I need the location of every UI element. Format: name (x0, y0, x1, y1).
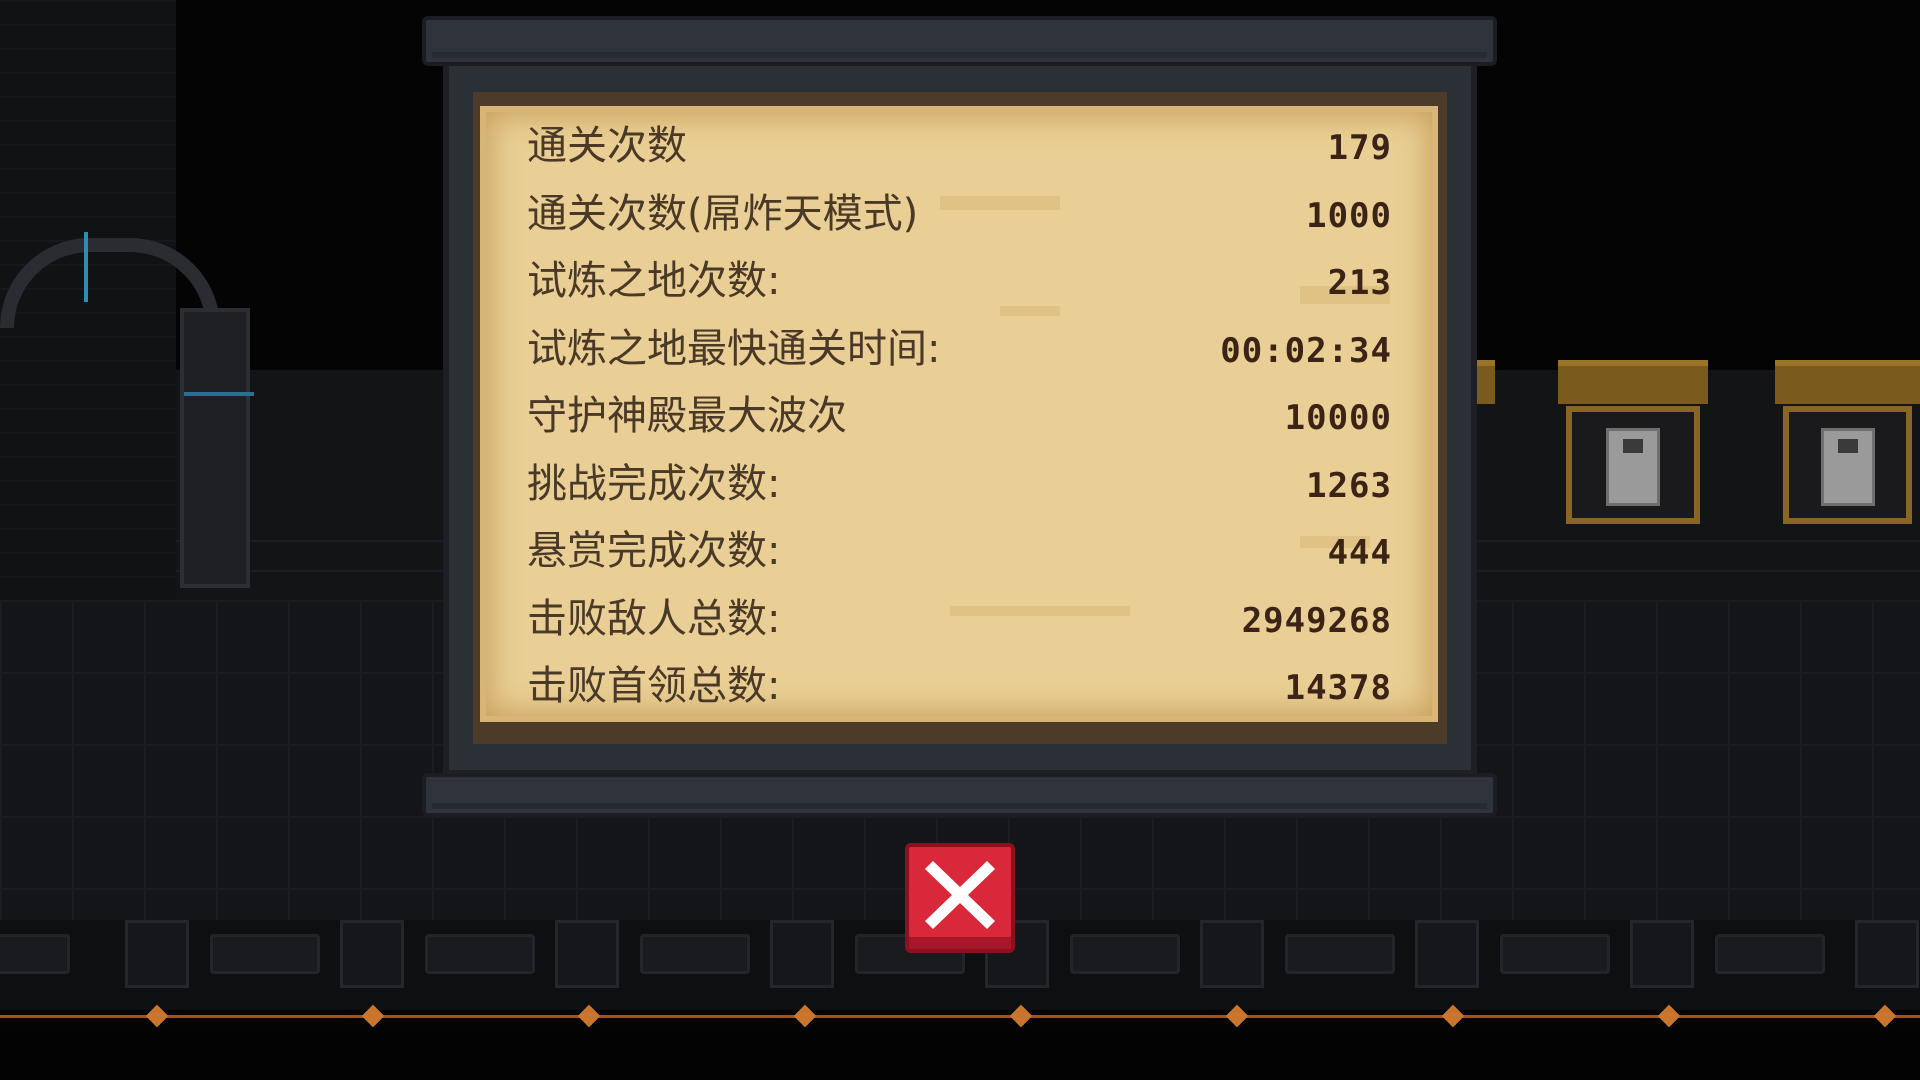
stat-row-trial-count: 试炼之地次数: 213 (527, 253, 1392, 321)
notice-board-partial (1475, 360, 1495, 530)
rail-trim (0, 1015, 1920, 1018)
stat-label: 挑战完成次数: (527, 460, 781, 507)
stat-value: 1000 (1306, 195, 1392, 236)
stat-value: 1263 (1306, 465, 1392, 506)
stats-list: 通关次数 179 通关次数(屌炸天模式) 1000 试炼之地次数: 213 试炼… (527, 118, 1392, 726)
bottom-shadow (0, 1030, 1920, 1080)
stat-value: 179 (1327, 128, 1392, 168)
stat-value: 10000 (1284, 398, 1392, 438)
stat-label: 击败首领总数: (527, 663, 781, 709)
scroll-rod-bottom (422, 773, 1497, 817)
stat-row-bosses-defeated: 击败首领总数: 14378 (527, 658, 1392, 726)
stat-row-challenges: 挑战完成次数: 1263 (527, 456, 1392, 524)
stat-value: 00:02:34 (1220, 330, 1392, 371)
close-button[interactable] (905, 843, 1015, 953)
notice-board[interactable] (1775, 360, 1920, 530)
close-icon (925, 861, 995, 929)
stone-archway (0, 232, 254, 588)
stat-row-clears-hard-mode: 通关次数(屌炸天模式) 1000 (527, 186, 1392, 254)
stat-label: 击败敌人总数: (527, 595, 781, 642)
stat-label: 悬赏完成次数: (527, 528, 781, 574)
stat-value: 213 (1327, 263, 1392, 303)
game-scene: 通关次数 179 通关次数(屌炸天模式) 1000 试炼之地次数: 213 试炼… (0, 0, 1920, 1080)
wanted-poster-icon (1606, 428, 1660, 506)
stat-row-enemies-defeated: 击败敌人总数: 2949268 (527, 591, 1392, 659)
notice-board[interactable] (1558, 360, 1708, 530)
stat-row-temple-max-wave: 守护神殿最大波次 10000 (527, 388, 1392, 456)
scroll-rod-top (422, 16, 1497, 66)
stat-label: 试炼之地次数: (527, 258, 781, 304)
stat-row-bounties: 悬赏完成次数: 444 (527, 523, 1392, 591)
stat-row-trial-fastest: 试炼之地最快通关时间: 00:02:34 (527, 321, 1392, 389)
stat-row-clears: 通关次数 179 (527, 118, 1392, 186)
stat-label: 通关次数(屌炸天模式) (527, 190, 919, 237)
stat-label: 守护神殿最大波次 (527, 393, 847, 439)
wanted-poster-icon (1820, 428, 1875, 506)
stat-value: 14378 (1284, 668, 1392, 708)
stat-value: 444 (1327, 533, 1392, 573)
stat-label: 通关次数 (527, 123, 687, 169)
stat-label: 试炼之地最快通关时间: (527, 325, 941, 372)
stat-value: 2949268 (1241, 600, 1392, 641)
